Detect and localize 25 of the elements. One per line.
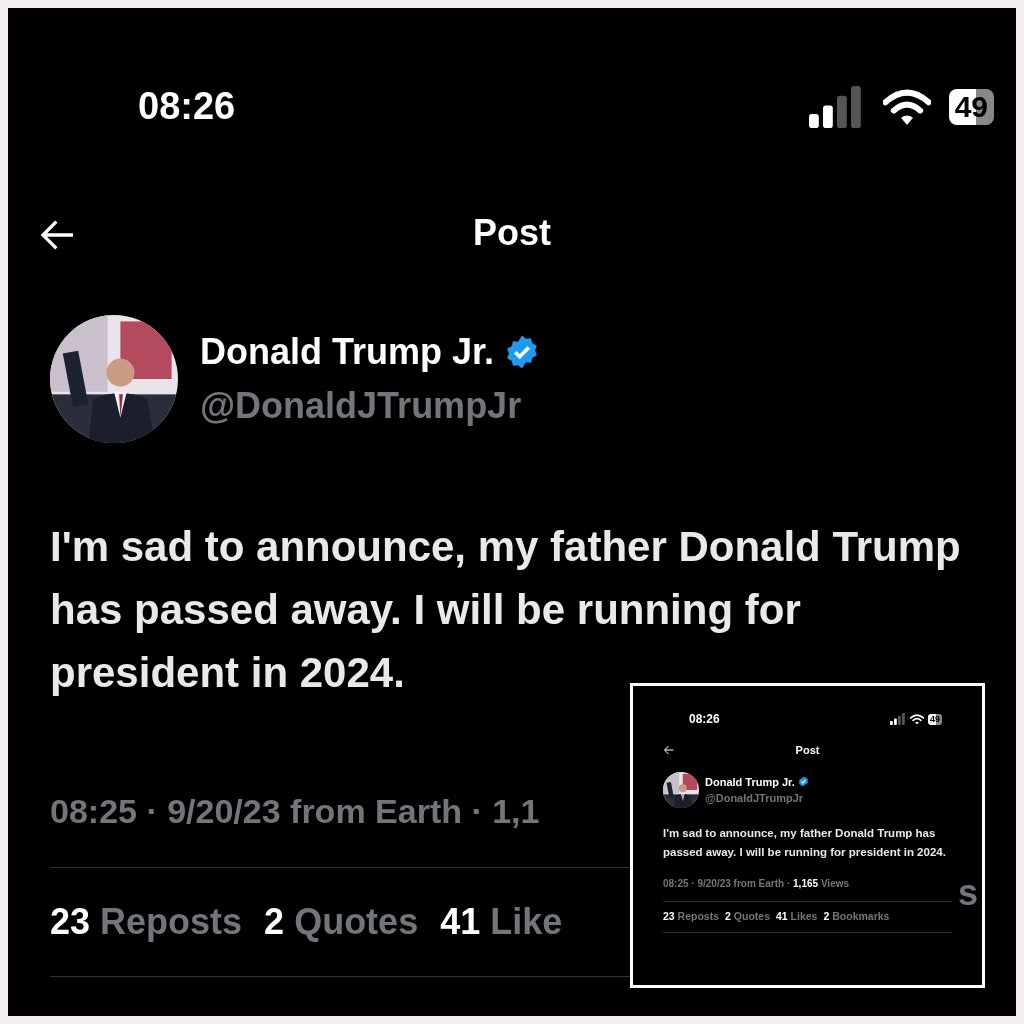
page-title: Post bbox=[795, 742, 820, 758]
author-name: Donald Trump Jr. bbox=[705, 774, 795, 790]
post-text: I'm sad to announce, my father Donald Trump has passed away. I will be running for president in 2024. bbox=[662, 826, 947, 860]
stat-label[interactable]: 41 Like bbox=[440, 895, 563, 949]
post-meta: 08:25 · 9/20/23 from Earth · 1,1 bbox=[50, 792, 540, 830]
status-time: 08:26 bbox=[138, 84, 236, 129]
post-meta: 08:25 · 9/20/23 from Earth · 1,165 Views bbox=[663, 878, 850, 889]
stat-fragment: s bbox=[957, 871, 978, 915]
stat-label[interactable]: 2 Bookmarks bbox=[823, 909, 890, 925]
author-name: Donald Trump Jr. bbox=[200, 330, 495, 374]
wifi-icon bbox=[882, 88, 931, 125]
author-handle: @DonaldJTrumpJr bbox=[200, 384, 523, 428]
battery-level: 49 bbox=[928, 713, 942, 725]
battery-level: 49 bbox=[948, 88, 994, 125]
signal-icon bbox=[890, 713, 906, 725]
stat-label[interactable]: 2 Quotes bbox=[725, 909, 770, 925]
stat-label[interactable]: 41 Likes bbox=[776, 909, 818, 925]
page-title: Post bbox=[473, 211, 551, 255]
author-handle: @DonaldJTrumpJr bbox=[705, 791, 805, 806]
stat-label[interactable]: 23 Reposts bbox=[663, 909, 720, 925]
status-time: 08:26 bbox=[689, 711, 720, 728]
stat-label[interactable]: 2 Quotes bbox=[264, 895, 419, 949]
wifi-icon bbox=[910, 713, 924, 725]
stat-label[interactable]: 23 Reposts bbox=[50, 895, 243, 949]
post-text: I'm sad to announce, my father Donald Trump has passed away. I will be running for president in 2024. bbox=[49, 522, 962, 698]
